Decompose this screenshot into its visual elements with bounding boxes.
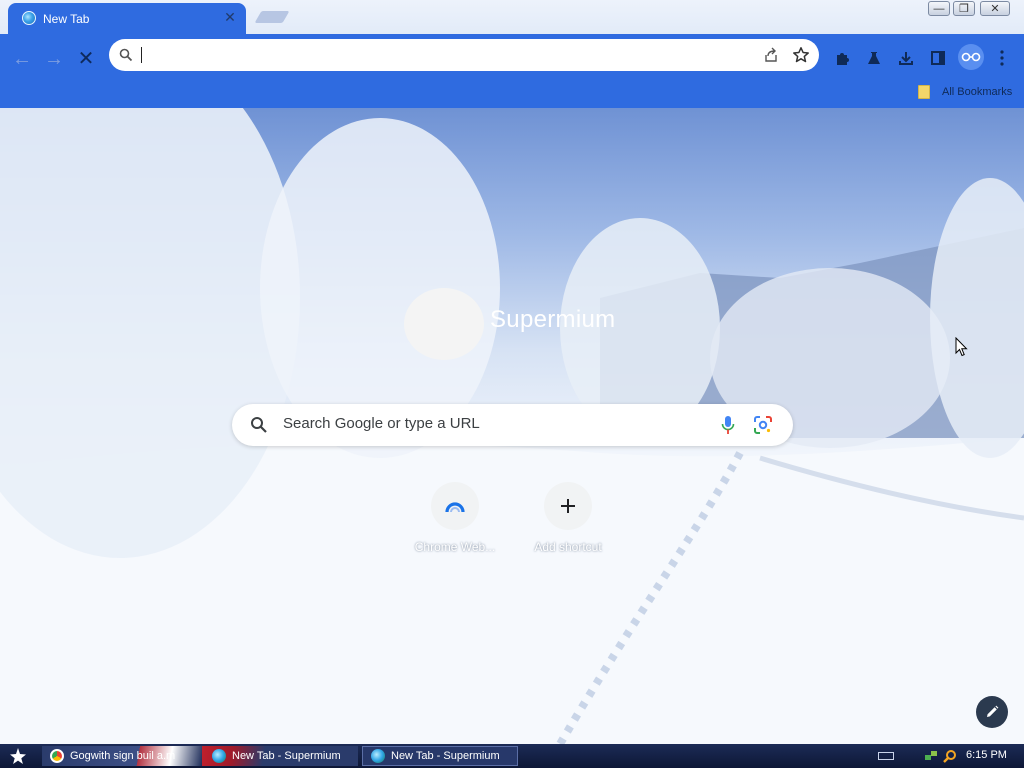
new-tab-page: Supermium Search Google or type a URL Ch… [0, 108, 1024, 744]
stop-loading-button[interactable]: ✕ [73, 46, 99, 72]
supermium-logo [404, 288, 484, 360]
minimize-button[interactable]: — [928, 1, 950, 16]
taskbar-item-label: New Tab - Supermium [232, 750, 341, 762]
magnifier-icon[interactable] [943, 749, 957, 763]
pencil-icon [987, 705, 999, 717]
ntp-search-box[interactable]: Search Google or type a URL [232, 404, 793, 446]
customize-page-button[interactable] [976, 696, 1008, 728]
google-lens-icon[interactable] [753, 415, 773, 435]
network-icon[interactable] [924, 749, 938, 763]
search-icon [119, 48, 133, 62]
supermium-icon [371, 749, 385, 763]
shortcut-chrome-web-store[interactable]: Chrome Web... [407, 482, 503, 562]
tab-close-icon[interactable]: ✕ [222, 9, 238, 25]
close-window-button[interactable]: ✕ [980, 1, 1010, 16]
keyboard-icon[interactable] [878, 752, 894, 760]
start-button[interactable] [0, 744, 36, 768]
tab-title: New Tab [43, 12, 90, 26]
folder-icon [918, 85, 930, 99]
supermium-icon [212, 749, 226, 763]
taskbar-item-label: New Tab - Supermium [391, 750, 500, 762]
restore-button[interactable]: ❐ [953, 1, 975, 16]
address-input[interactable] [143, 43, 707, 69]
taskbar-item-3[interactable]: New Tab - Supermium [362, 746, 518, 766]
share-icon[interactable] [763, 47, 779, 63]
omnibox[interactable] [109, 39, 819, 71]
supermium-wordmark: Supermium [490, 306, 616, 333]
shortcut-label: Add shortcut [534, 540, 602, 554]
chrome-web-store-icon [445, 502, 465, 513]
side-panel-icon[interactable] [926, 46, 950, 70]
download-icon[interactable] [894, 46, 918, 70]
bookmark-star-icon[interactable] [792, 46, 810, 64]
chrome-icon [50, 749, 64, 763]
clock[interactable]: 6:15 PM [966, 749, 1007, 761]
taskbar-item-label: Gogwith sign buil a.m [70, 750, 176, 762]
ntp-search-placeholder: Search Google or type a URL [283, 415, 480, 432]
extensions-icon[interactable] [830, 46, 854, 70]
menu-kebab-icon[interactable] [990, 46, 1014, 70]
profile-avatar[interactable] [958, 44, 984, 70]
all-bookmarks-label: All Bookmarks [942, 86, 1013, 98]
shortcut-icon-circle [544, 482, 592, 530]
supermium-favicon-icon [22, 11, 36, 25]
start-star-icon [10, 748, 26, 764]
shortcut-icon-circle [431, 482, 479, 530]
all-bookmarks-button[interactable]: All Bookmarks [918, 82, 1012, 102]
forward-button[interactable]: → [41, 46, 67, 72]
browser-toolbar: ← → ✕ All Bookmarks [0, 34, 1024, 108]
voice-search-icon[interactable] [721, 415, 735, 435]
tab-new-tab[interactable]: New Tab ✕ [8, 3, 246, 34]
taskbar-item-2[interactable]: New Tab - Supermium [202, 746, 358, 766]
search-icon [251, 417, 267, 433]
taskbar: Gogwith sign buil a.m New Tab - Supermiu… [0, 744, 1024, 768]
tab-strip: New Tab ✕ — ❐ ✕ [0, 0, 1024, 34]
labs-flask-icon[interactable] [862, 46, 886, 70]
new-tab-button[interactable] [254, 11, 290, 23]
mouse-cursor-icon [955, 337, 968, 357]
shortcut-label: Chrome Web... [414, 540, 496, 554]
text-caret [141, 47, 142, 63]
taskbar-item-1[interactable]: Gogwith sign buil a.m [42, 746, 202, 766]
back-button[interactable]: ← [9, 46, 35, 72]
plus-icon [561, 499, 575, 513]
incognito-glasses-icon [961, 52, 981, 62]
add-shortcut-button[interactable]: Add shortcut [520, 482, 616, 562]
